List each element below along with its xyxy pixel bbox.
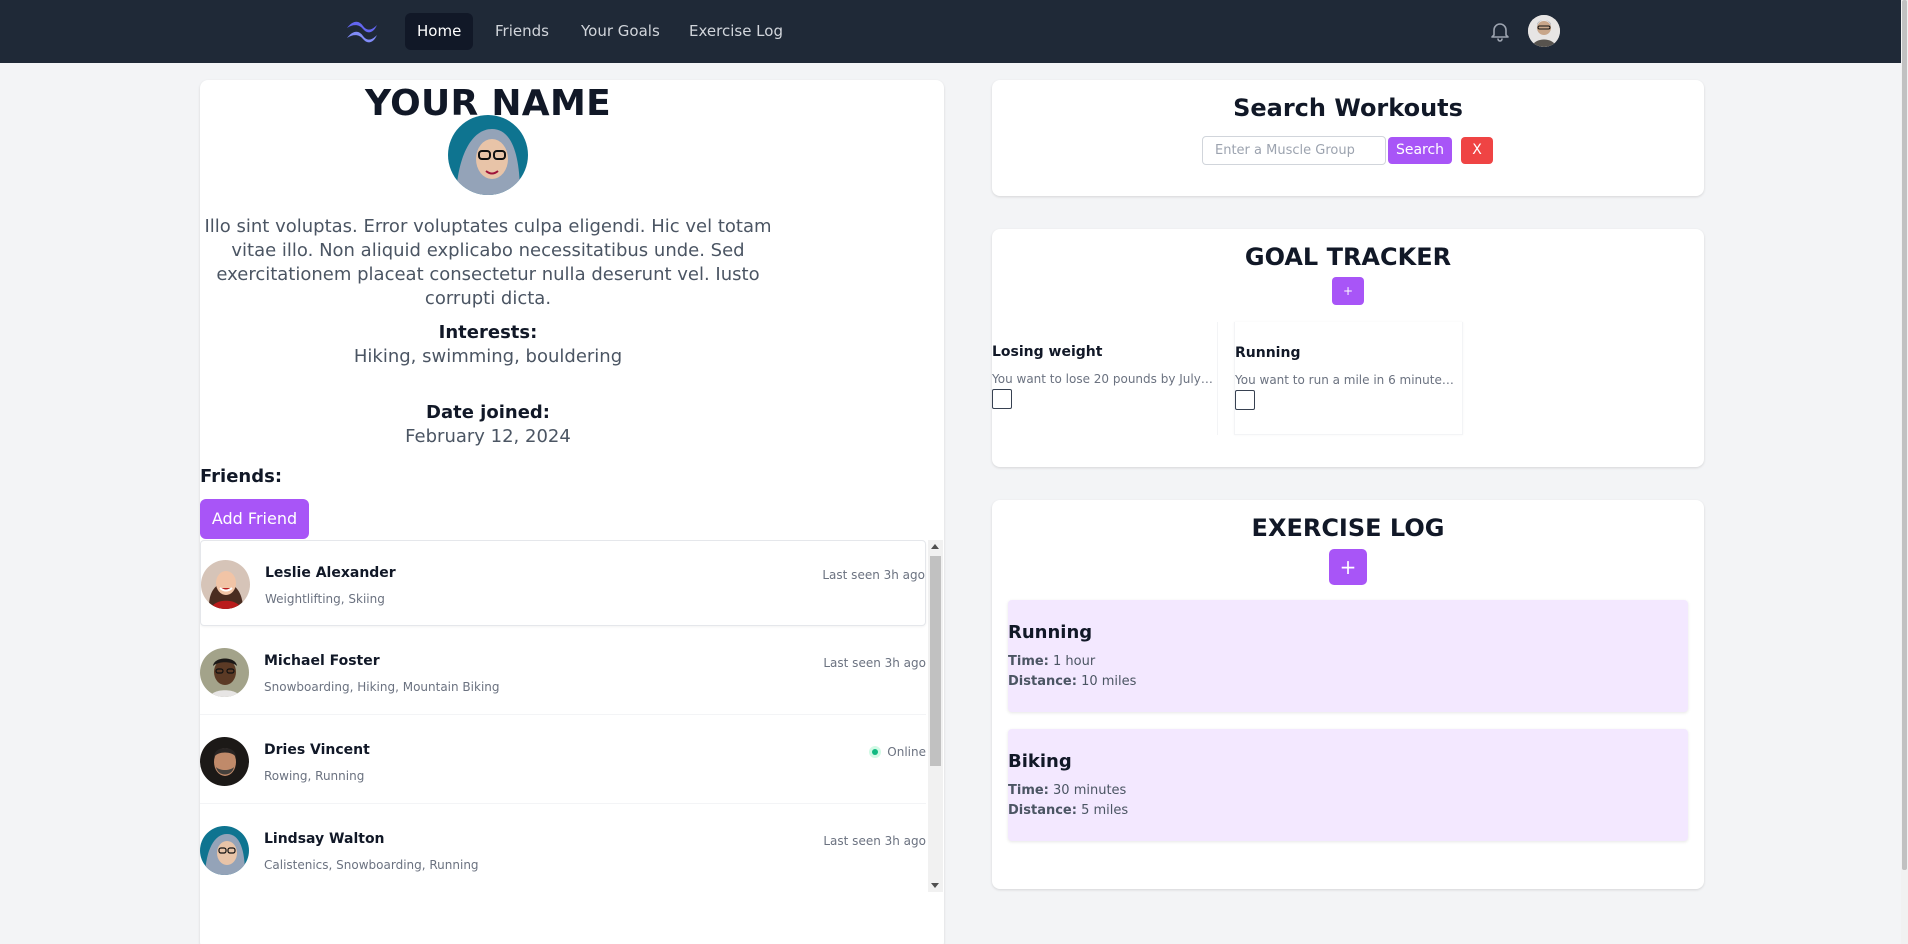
search-workouts-title: Search Workouts xyxy=(1233,94,1463,122)
friend-row[interactable]: Leslie Alexander Weightlifting, Skiing L… xyxy=(200,540,926,626)
online-dot-icon xyxy=(869,746,882,758)
interests-label: Interests: xyxy=(438,322,538,343)
distance-label: Distance: xyxy=(1008,803,1077,818)
goal-item: Running You want to run a mile in 6 minu… xyxy=(1234,322,1463,435)
exercise-distance: Distance: 5 miles xyxy=(1008,803,1128,818)
date-joined-label: Date joined: xyxy=(426,402,550,423)
user-avatar[interactable] xyxy=(1528,15,1560,47)
friend-last-seen: Last seen 3h ago xyxy=(822,568,925,582)
exercise-distance: Distance: 10 miles xyxy=(1008,674,1136,689)
friend-last-seen: Last seen 3h ago xyxy=(823,656,926,670)
goal-checkbox[interactable] xyxy=(992,389,1012,409)
scroll-thumb[interactable] xyxy=(930,556,941,766)
distance-label: Distance: xyxy=(1008,674,1077,689)
friend-name: Dries Vincent xyxy=(264,742,370,758)
nav-friends[interactable]: Friends xyxy=(483,13,561,50)
time-label: Time: xyxy=(1008,654,1049,669)
distance-value: 10 miles xyxy=(1081,674,1137,689)
scroll-down-icon[interactable] xyxy=(931,883,939,888)
exercise-time: Time: 1 hour xyxy=(1008,654,1095,669)
friend-interests: Snowboarding, Hiking, Mountain Biking xyxy=(264,680,500,694)
friend-last-seen: Last seen 3h ago xyxy=(823,834,926,848)
exercise-log-title: EXERCISE LOG xyxy=(1251,514,1445,542)
nav-your-goals[interactable]: Your Goals xyxy=(569,13,672,50)
friend-interests: Weightlifting, Skiing xyxy=(265,592,385,606)
exercise-name: Biking xyxy=(1008,751,1072,772)
online-label: Online xyxy=(887,745,926,759)
interests-value: Hiking, swimming, bouldering xyxy=(353,346,623,367)
friend-status-online: Online xyxy=(869,745,926,759)
add-goal-button[interactable]: + xyxy=(1332,277,1364,305)
friend-name: Leslie Alexander xyxy=(265,565,396,581)
goal-title: Losing weight xyxy=(992,344,1103,360)
exercise-entry[interactable]: Biking Time: 30 minutes Distance: 5 mile… xyxy=(1008,729,1688,841)
friend-name: Michael Foster xyxy=(264,653,380,669)
distance-value: 5 miles xyxy=(1081,803,1129,818)
friend-name: Lindsay Walton xyxy=(264,831,385,847)
nav-exercise-log[interactable]: Exercise Log xyxy=(677,13,795,50)
goal-description: You want to run a mile in 6 minutes by A… xyxy=(1235,373,1459,387)
muscle-group-search-input[interactable] xyxy=(1202,136,1386,165)
add-friend-button[interactable]: Add Friend xyxy=(200,499,309,539)
goal-tracker-title: GOAL TRACKER xyxy=(1244,243,1452,271)
friend-row[interactable]: Michael Foster Snowboarding, Hiking, Mou… xyxy=(200,629,926,715)
friend-avatar xyxy=(200,826,249,875)
profile-bio: Illo sint voluptas. Error voluptates cul… xyxy=(204,216,772,309)
friends-heading: Friends: xyxy=(200,466,283,487)
time-label: Time: xyxy=(1008,783,1049,798)
friend-avatar xyxy=(200,737,249,786)
friend-avatar xyxy=(201,560,250,609)
friend-avatar xyxy=(200,648,249,697)
goal-description: You want to lose 20 pounds by July 1. xyxy=(992,372,1214,386)
goal-title: Running xyxy=(1235,345,1301,361)
goal-item: Losing weight You want to lose 20 pounds… xyxy=(992,322,1218,435)
friend-row[interactable]: Lindsay Walton Calistenics, Snowboarding… xyxy=(200,807,926,892)
nav-home[interactable]: Home xyxy=(405,13,474,50)
time-value: 1 hour xyxy=(1053,654,1096,669)
clear-search-button[interactable]: X xyxy=(1461,137,1493,164)
friend-interests: Calistenics, Snowboarding, Running xyxy=(264,858,479,872)
search-button[interactable]: Search xyxy=(1388,137,1452,164)
profile-avatar xyxy=(448,115,528,195)
time-value: 30 minutes xyxy=(1053,783,1127,798)
date-joined-value: February 12, 2024 xyxy=(405,426,571,447)
scroll-up-icon[interactable] xyxy=(931,544,939,549)
top-navbar: Home Friends Your Goals Exercise Log xyxy=(0,0,1908,63)
exercise-time: Time: 30 minutes xyxy=(1008,783,1126,798)
logo-icon[interactable] xyxy=(343,16,381,46)
friend-interests: Rowing, Running xyxy=(264,769,365,783)
friend-row[interactable]: Dries Vincent Rowing, Running Online xyxy=(200,718,926,804)
friends-list[interactable]: Leslie Alexander Weightlifting, Skiing L… xyxy=(200,540,944,892)
page-scrollbar[interactable] xyxy=(1901,0,1908,944)
bell-icon[interactable] xyxy=(1488,19,1512,43)
exercise-entry[interactable]: Running Time: 1 hour Distance: 10 miles xyxy=(1008,600,1688,712)
add-exercise-button[interactable]: + xyxy=(1329,549,1367,585)
goal-checkbox[interactable] xyxy=(1235,390,1255,410)
friends-list-scrollbar[interactable] xyxy=(928,540,943,892)
exercise-name: Running xyxy=(1008,622,1093,643)
